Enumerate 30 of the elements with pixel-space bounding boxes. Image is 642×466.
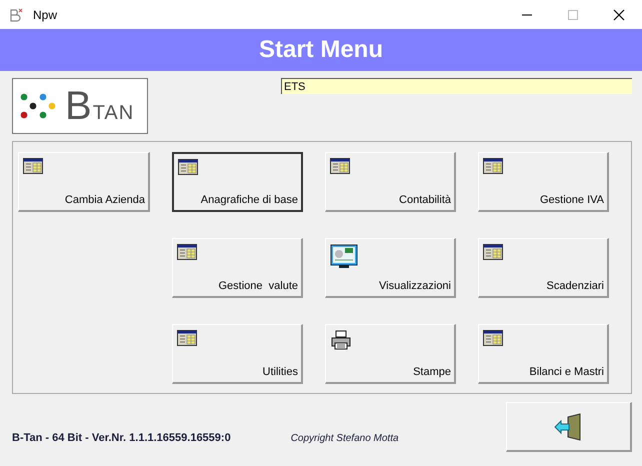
copyright-text: Copyright Stefano Motta	[290, 432, 399, 444]
menu-button[interactable]: Scadenziari	[478, 238, 609, 298]
table-icon	[177, 330, 197, 346]
table-icon	[483, 158, 503, 174]
version-text: B-Tan - 64 Bit - Ver.Nr. 1.1.1.16559.16559:0	[12, 432, 231, 444]
menu-button[interactable]: Bilanci e Mastri	[478, 324, 609, 384]
header-title: Start Menu	[258, 36, 383, 64]
table-icon	[330, 158, 350, 174]
menu-button[interactable]: Visualizzazioni	[325, 238, 456, 298]
menu-button[interactable]: Cambia Azienda	[18, 152, 150, 212]
printer-icon	[330, 330, 352, 350]
monitor-icon	[330, 244, 358, 270]
window-title: Npw	[33, 8, 58, 22]
table-icon	[483, 244, 503, 260]
app-icon	[9, 8, 23, 22]
company-field[interactable]: ETS	[281, 78, 632, 94]
menu-button[interactable]: Utilities	[172, 324, 303, 384]
close-icon[interactable]	[613, 8, 625, 20]
menu-button[interactable]: Gestione valute	[172, 238, 303, 298]
menu-button[interactable]: Contabilità	[325, 152, 456, 212]
menu-button[interactable]: Stampe	[325, 324, 456, 384]
menu-button[interactable]: Anagrafiche di base	[172, 152, 303, 212]
exit-button[interactable]	[506, 402, 632, 452]
table-icon	[483, 330, 503, 346]
logo-text: BTAN	[65, 84, 134, 128]
table-icon	[177, 244, 197, 260]
menu-button[interactable]: Gestione IVA	[478, 152, 609, 212]
table-icon	[178, 159, 198, 175]
exit-door-icon	[554, 412, 584, 440]
table-icon	[23, 158, 43, 174]
